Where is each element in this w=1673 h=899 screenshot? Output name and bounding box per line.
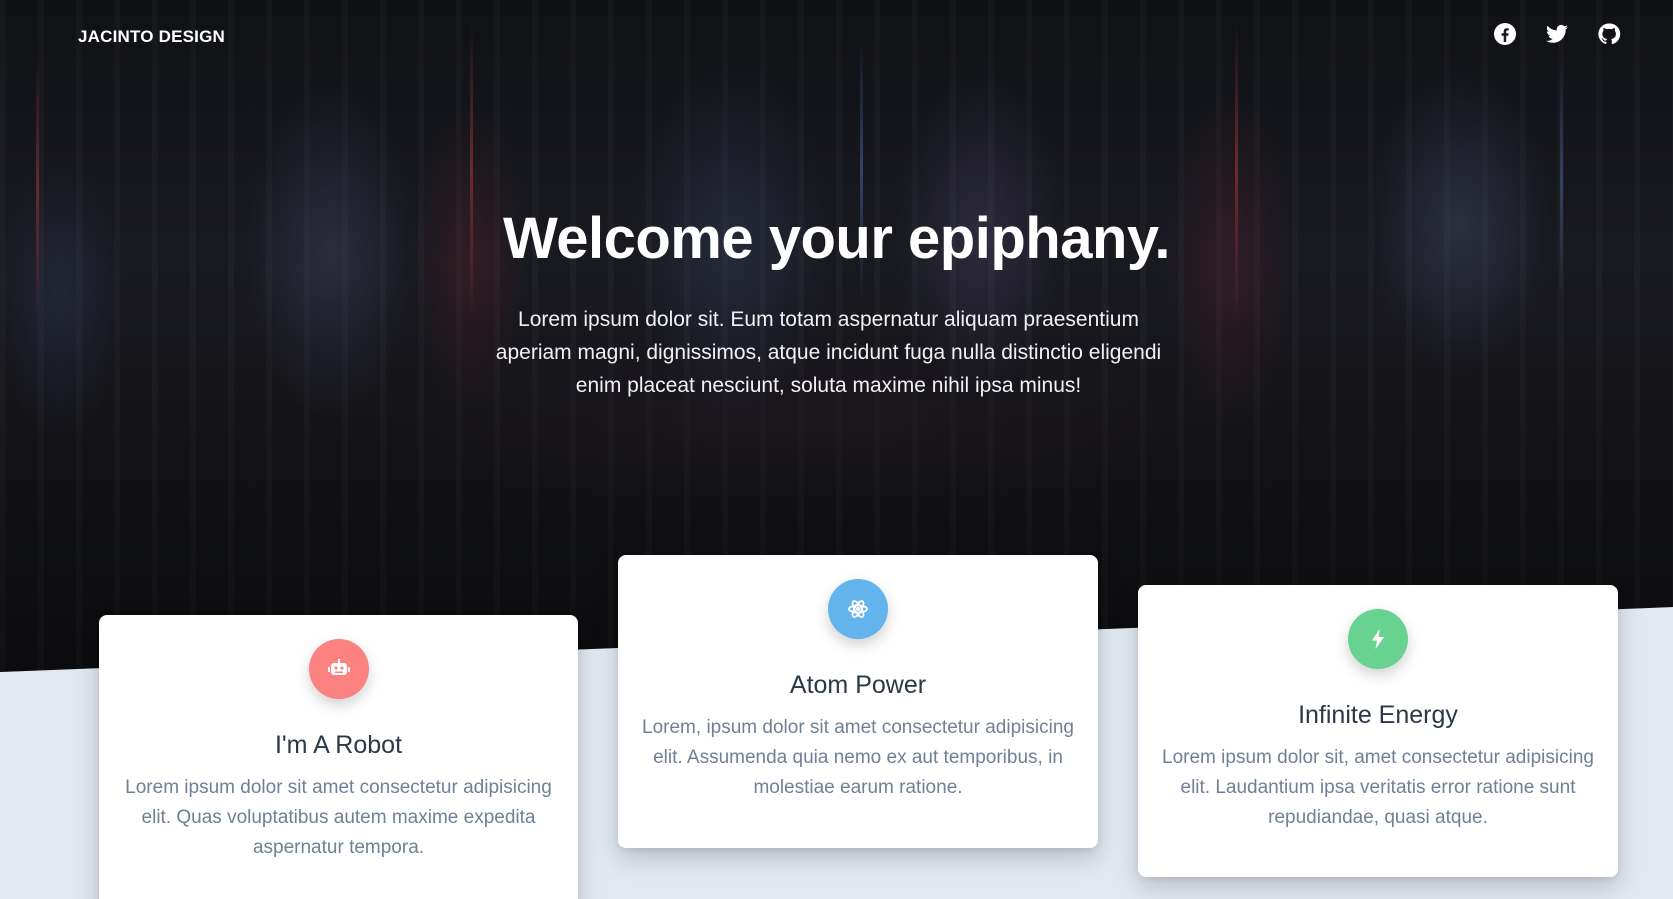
atom-icon [848,600,868,618]
facebook-icon[interactable] [1493,22,1517,46]
light-streak [36,60,39,320]
card-title: Atom Power [789,671,927,699]
card-title: I'm A Robot [274,731,403,759]
social-links [1493,22,1621,46]
card-body: Lorem ipsum dolor sit, amet consectetur … [1162,747,1594,828]
bolt-icon [1372,629,1384,649]
hero-subtitle: Lorem ipsum dolor sit. Eum totam asperna… [495,308,1162,397]
feature-card-energy: Infinite Energy Lorem ipsum dolor sit, a… [1138,585,1618,877]
card-body: Lorem, ipsum dolor sit amet consectetur … [642,717,1074,798]
feature-card-atom: Atom Power Lorem, ipsum dolor sit amet c… [618,555,1098,848]
feature-card-robot: I'm A Robot Lorem ipsum dolor sit amet c… [99,615,578,899]
energy-badge [1348,609,1408,669]
atom-badge [828,579,888,639]
github-icon[interactable] [1597,22,1621,46]
hero-title: Welcome your epiphany. [503,206,1170,271]
twitter-icon[interactable] [1545,22,1569,46]
landing-page: JACINTO DESIGN Welcome your epiphany. Lo… [0,0,1673,899]
card-title: Infinite Energy [1298,701,1458,729]
robot-badge [308,639,369,699]
brand-logo[interactable]: JACINTO DESIGN [78,27,225,47]
robot-icon [327,659,350,675]
navbar: JACINTO DESIGN [0,0,1673,76]
card-body: Lorem ipsum dolor sit amet consectetur a… [125,777,552,858]
